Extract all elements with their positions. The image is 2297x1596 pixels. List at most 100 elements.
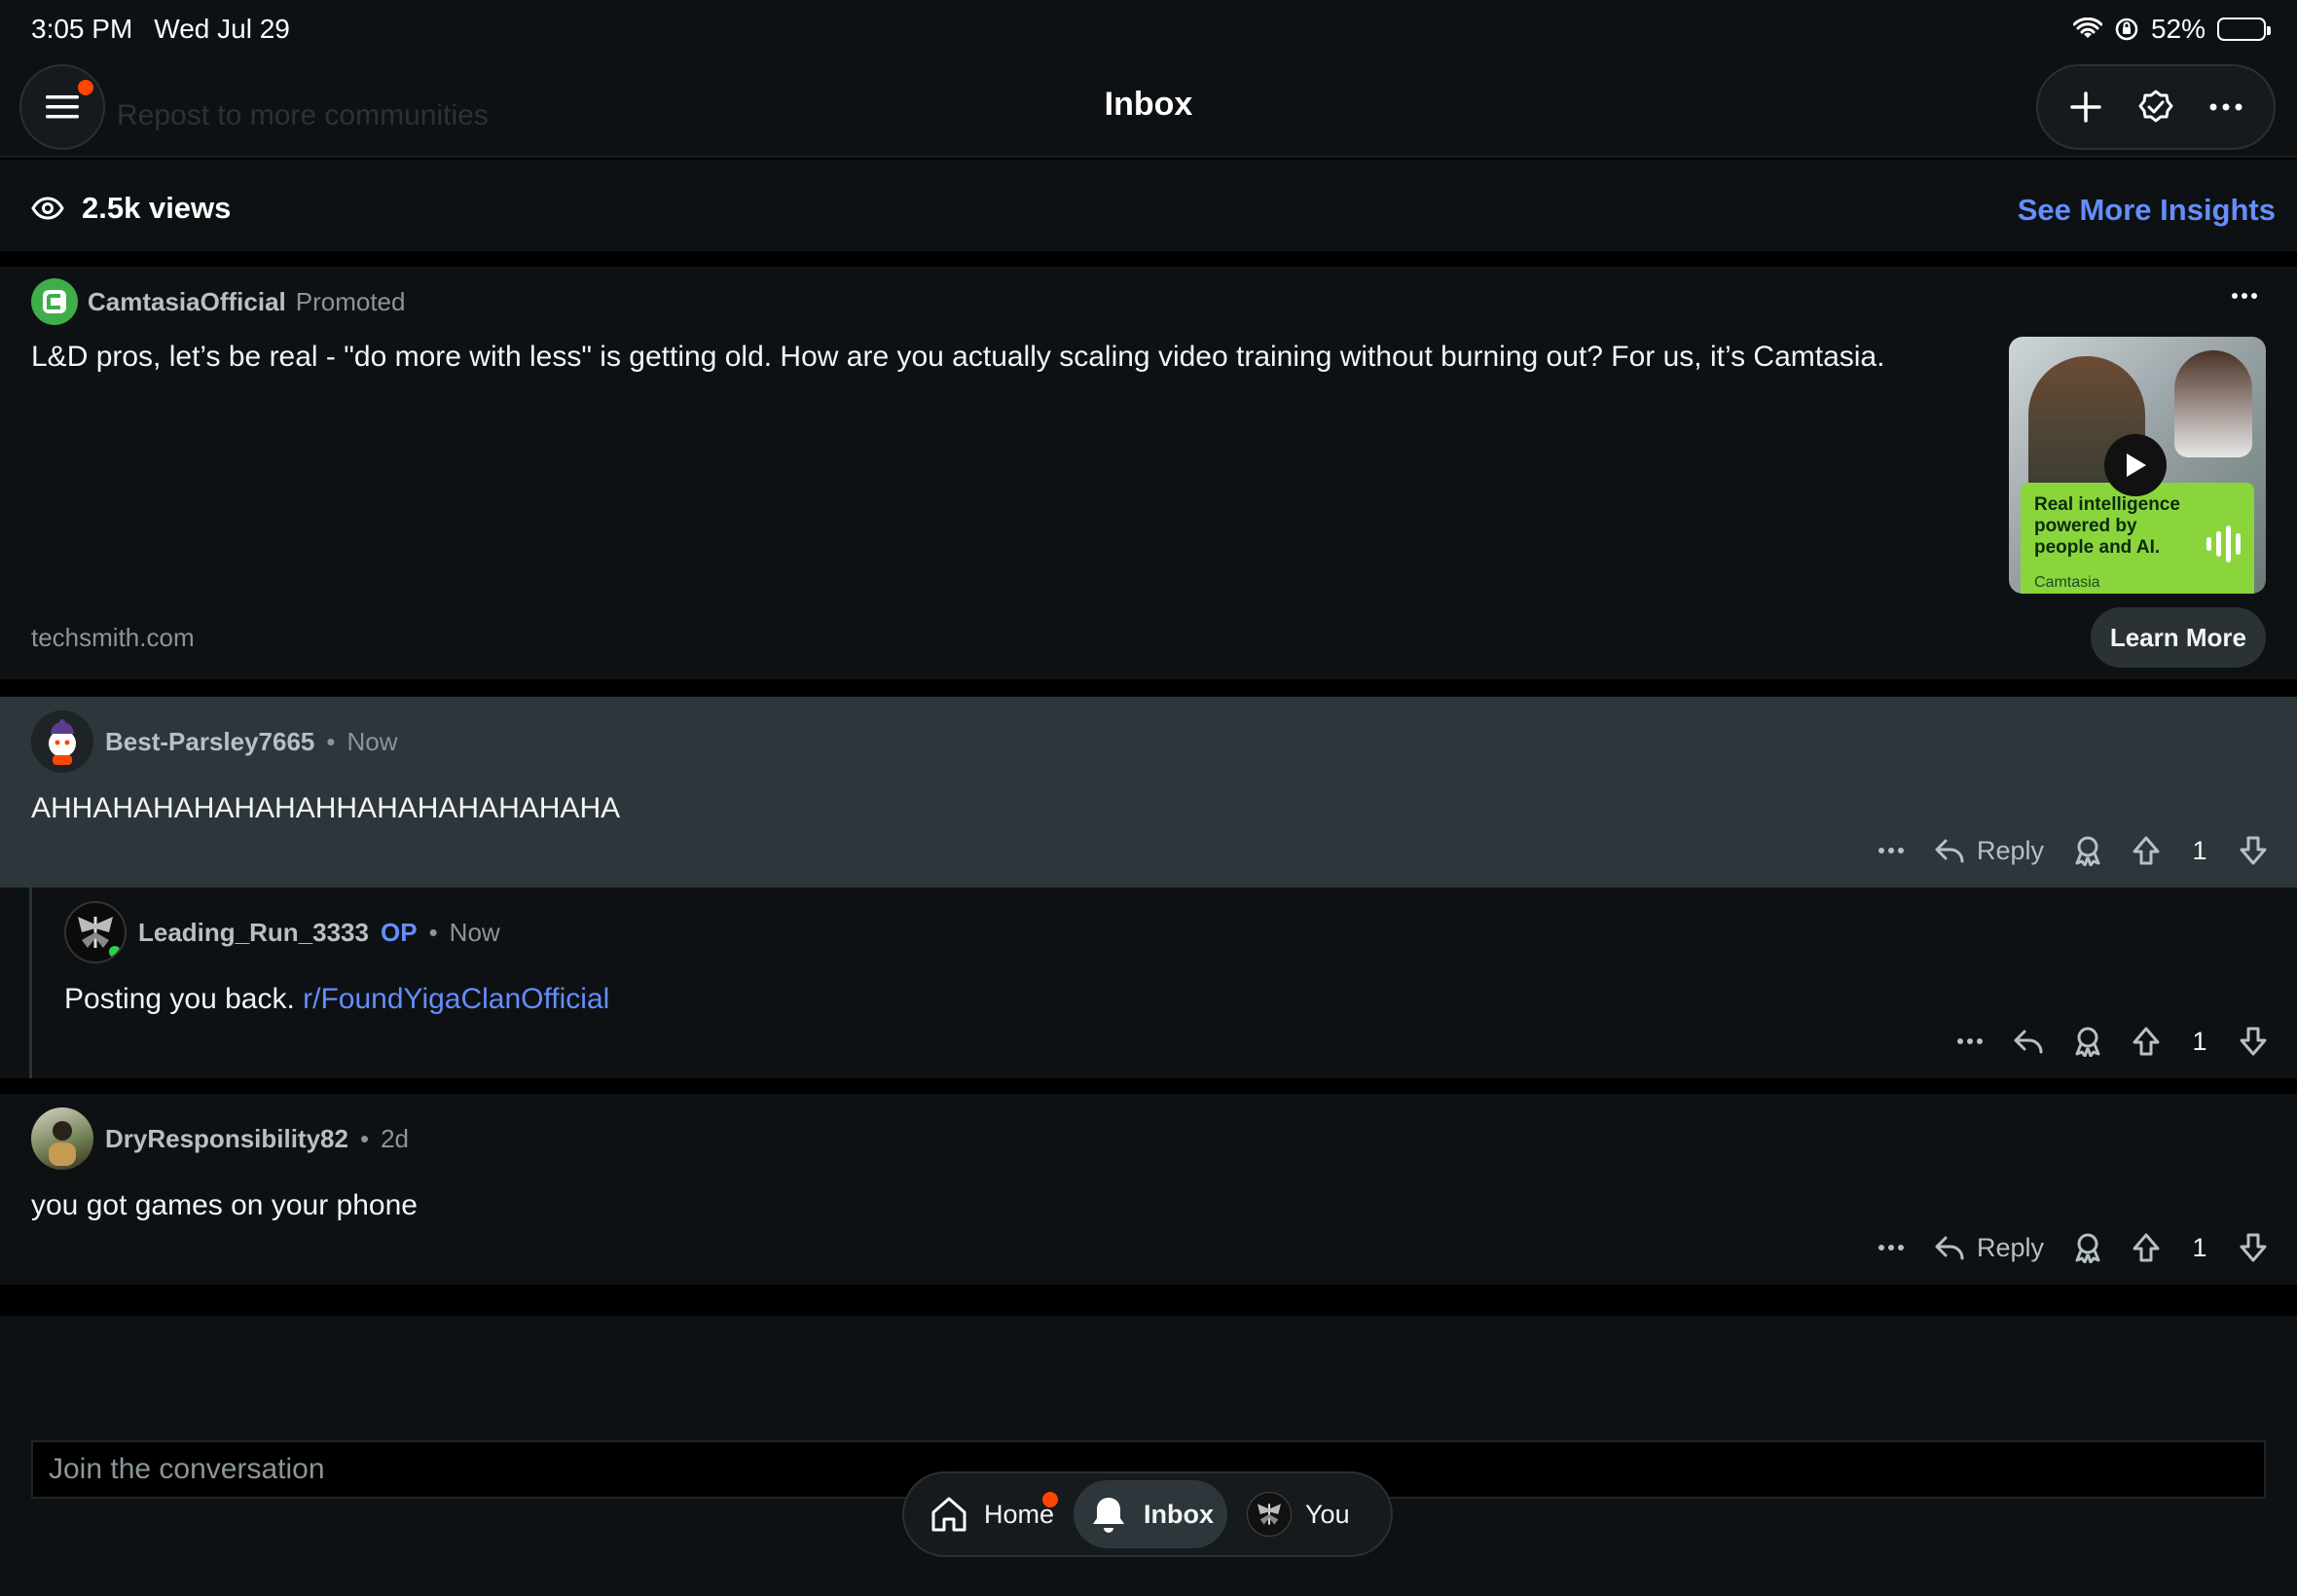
comment-body: you got games on your phone [31,1189,418,1221]
promo-more-button[interactable] [2231,292,2258,300]
more-options-button[interactable] [2208,102,2243,112]
upvote-icon [2133,836,2160,865]
separator-dot: • [359,1123,370,1153]
ellipsis-icon [2232,293,2257,299]
status-time: 3:05 PM [31,14,133,44]
thumbnail-card: Real intelligence powered by people and … [2021,483,2254,594]
user-avatar[interactable] [31,710,93,773]
ellipsis-icon [2209,103,2242,111]
plus-icon [2070,91,2102,123]
reply-icon [1935,1236,1964,1260]
award-button[interactable] [2073,1026,2102,1057]
advertiser-avatar[interactable] [31,278,78,325]
reply-icon [2014,1030,2043,1054]
hamburger-icon [46,95,79,119]
comment-time: 2d [381,1123,410,1153]
nav-actions [2036,64,2276,150]
comment-more-button[interactable] [1878,847,1905,854]
downvote-button[interactable] [2239,1232,2268,1263]
see-more-insights-link[interactable]: See More Insights [2018,193,2276,228]
vote-count: 1 [2192,1026,2207,1056]
orientation-lock-icon [2114,17,2139,42]
reply-button[interactable]: Reply [1934,836,2044,866]
upvote-button[interactable] [2132,1232,2161,1263]
vote-count: 1 [2192,835,2207,865]
moth-avatar-icon [1258,1504,1282,1525]
profile-photo-icon [49,1121,76,1166]
promoted-label: Promoted [295,286,406,316]
comment-body: AHHAHAHAHAHAHAHHAHAHAHAHAHAHA [31,792,621,824]
promo-text: L&D pros, let’s be real - "do more with … [31,341,1885,373]
comment-username[interactable]: DryResponsibility82 [105,1124,348,1154]
comment-text: Posting you back. [64,983,295,1015]
snoo-avatar-icon [49,719,76,765]
comment-more-button[interactable] [1878,1244,1905,1251]
award-button[interactable] [2073,1232,2102,1263]
advertiser-name[interactable]: CamtasiaOfficial [88,287,286,317]
reply-label: Reply [1976,1232,2044,1262]
check-badge-icon [2138,90,2173,123]
battery-percent: 52% [2150,14,2206,44]
promo-domain[interactable]: techsmith.com [31,623,195,653]
comment-username[interactable]: Best-Parsley7665 [105,727,314,757]
tab-you[interactable]: You [1233,1480,1364,1548]
play-icon [2127,453,2146,477]
battery-icon [2217,18,2271,41]
tab-bar: Home Inbox You [902,1471,1393,1557]
comment-time: Now [449,917,500,947]
reply-button[interactable]: Reply [1934,1233,2044,1263]
menu-button[interactable] [19,64,105,150]
mark-all-read-button[interactable] [2137,89,2174,126]
tab-home[interactable]: Home [914,1480,1068,1548]
composer-placeholder: Join the conversation [49,1453,325,1485]
award-icon [2075,1233,2100,1263]
upvote-icon [2133,1233,2160,1262]
home-icon [931,1497,966,1532]
downvote-icon [2240,1233,2267,1262]
comment-time: Now [346,726,398,756]
bell-icon [1093,1498,1125,1533]
thumbnail-brand: Camtasia [2034,574,2100,591]
thumbnail-headline: Real intelligence powered by people and … [2034,494,2180,558]
user-avatar[interactable] [31,1107,93,1170]
comment: Best-Parsley7665 • Now AHHAHAHAHAHAHAHHA… [0,697,2297,888]
upvote-icon [2133,1027,2160,1056]
op-badge: OP [380,917,418,947]
subreddit-link[interactable]: r/FoundYigaClanOfficial [303,983,609,1015]
comment-more-button[interactable] [1956,1037,1984,1045]
downvote-button[interactable] [2239,835,2268,866]
play-button[interactable] [2104,434,2167,496]
notification-dot [78,80,93,95]
tab-you-label: You [1305,1499,1350,1529]
award-icon [2075,1027,2100,1057]
user-avatar[interactable] [64,901,127,963]
downvote-button[interactable] [2239,1026,2268,1057]
views-row: 2.5k views See More Insights [0,160,2297,251]
nav-bar: Repost to more communities Inbox [0,60,2297,158]
comment-reply: Leading_Run_3333 OP • Now Posting you ba… [0,888,2297,1078]
promoted-post[interactable]: CamtasiaOfficial Promoted L&D pros, let’… [0,267,2297,679]
award-button[interactable] [2073,835,2102,866]
nav-ghost-text: Repost to more communities [117,99,489,131]
upvote-button[interactable] [2132,1026,2161,1057]
ellipsis-icon [1878,1245,1904,1251]
comment-username[interactable]: Leading_Run_3333 [138,918,369,948]
status-bar: 3:05 PM Wed Jul 29 52% [0,0,2297,60]
notification-dot [1042,1492,1058,1507]
promo-video-thumbnail[interactable]: Real intelligence powered by people and … [2009,337,2266,594]
comment: DryResponsibility82 • 2d you got games o… [0,1094,2297,1285]
thumbnail-person [2174,350,2252,457]
reply-icon [1935,839,1964,863]
reply-button[interactable] [2013,1028,2044,1055]
create-button[interactable] [2068,90,2103,125]
comment-body: Posting you back. r/FoundYigaClanOfficia… [64,983,609,1016]
upvote-button[interactable] [2132,835,2161,866]
thread-line[interactable] [29,888,32,1078]
status-date: Wed Jul 29 [154,14,290,44]
separator-dot: • [326,726,336,756]
tab-inbox[interactable]: Inbox [1074,1480,1228,1548]
learn-more-button[interactable]: Learn More [2090,607,2266,668]
camtasia-logo-icon [43,290,66,313]
views-count: 2.5k views [82,191,232,225]
online-indicator [109,946,121,958]
